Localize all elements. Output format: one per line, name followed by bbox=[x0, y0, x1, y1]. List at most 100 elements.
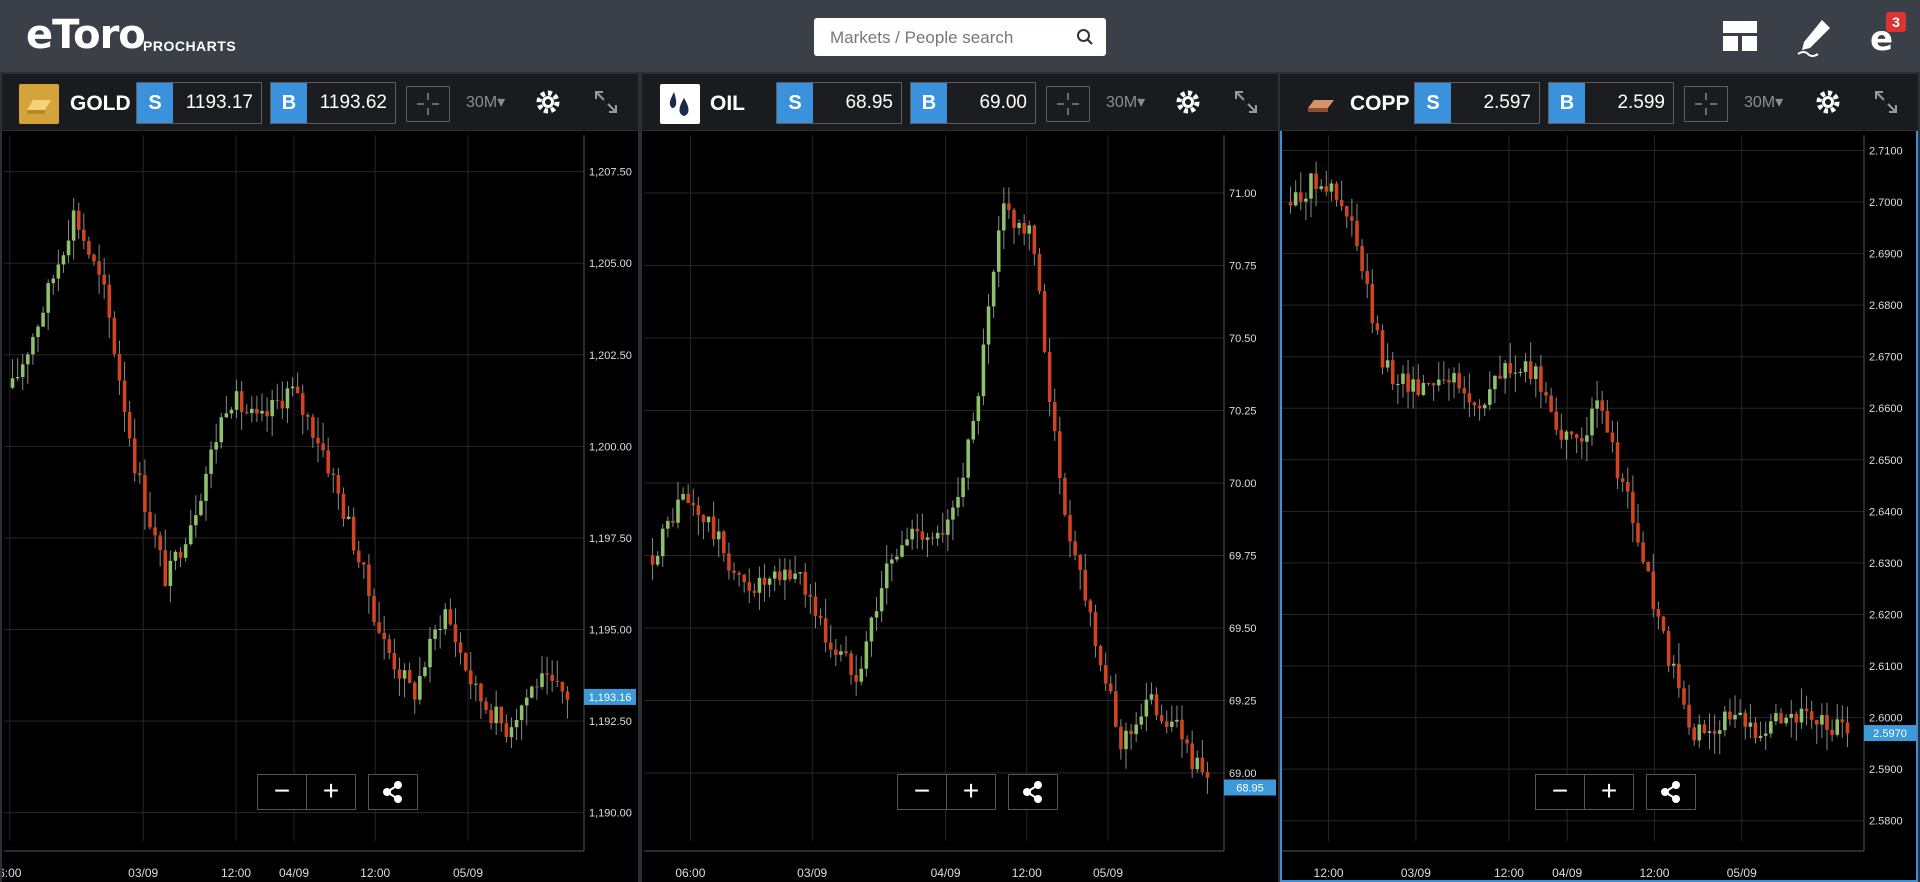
settings-gear-icon[interactable] bbox=[534, 88, 562, 121]
x-tick-label: 05/09 bbox=[1727, 866, 1757, 880]
search-input[interactable] bbox=[828, 18, 1072, 58]
asset-name[interactable]: GOLD bbox=[70, 92, 131, 116]
candle-body bbox=[864, 641, 869, 669]
candle-body bbox=[1007, 203, 1011, 210]
candle-body bbox=[762, 577, 767, 585]
candle-body bbox=[874, 611, 879, 618]
zoom-out-button[interactable]: − bbox=[897, 774, 947, 810]
candle-body bbox=[1447, 379, 1451, 383]
asset-name[interactable]: OIL bbox=[710, 92, 745, 116]
candle-body bbox=[1411, 379, 1415, 392]
timeframe-selector[interactable]: 30M▾ bbox=[466, 92, 505, 112]
candle-body bbox=[742, 574, 746, 583]
sell-button[interactable]: S 1193.17 bbox=[136, 82, 262, 124]
candle-body bbox=[163, 550, 168, 586]
zoom-out-button[interactable]: − bbox=[257, 774, 307, 810]
candle-body bbox=[1355, 220, 1359, 247]
candle-body bbox=[76, 210, 81, 230]
candle-body bbox=[1702, 724, 1707, 733]
candle-body bbox=[1482, 404, 1487, 409]
crosshair-button[interactable] bbox=[1684, 86, 1728, 122]
expand-icon[interactable] bbox=[592, 88, 620, 121]
settings-gear-icon[interactable] bbox=[1814, 88, 1842, 121]
buy-button[interactable]: B 2.599 bbox=[1548, 82, 1674, 124]
chart-panel-gold: GOLD S 1193.17 B 1193.62 30M▾ 1,207.50 1,… bbox=[2, 74, 638, 882]
candle-body bbox=[514, 719, 519, 728]
y-tick-label: 2.6200 bbox=[1869, 609, 1903, 621]
buy-button[interactable]: B 1193.62 bbox=[270, 82, 396, 124]
candle-body bbox=[961, 477, 965, 498]
candle-body bbox=[930, 537, 935, 539]
candle-body bbox=[260, 410, 264, 414]
candle-body bbox=[1549, 395, 1553, 412]
share-button[interactable] bbox=[368, 774, 418, 810]
candle-body bbox=[1820, 715, 1824, 725]
price-chart[interactable]: 71.00 70.75 70.50 70.25 70.00 69.75 69.50 69.25… bbox=[642, 131, 1278, 882]
candle-body bbox=[1723, 711, 1727, 731]
candle-body bbox=[1534, 366, 1538, 379]
search-icon[interactable] bbox=[1076, 28, 1094, 51]
candle-body bbox=[463, 652, 468, 671]
candle-body bbox=[1784, 717, 1788, 724]
sell-button[interactable]: S 2.597 bbox=[1414, 82, 1540, 124]
candle-body bbox=[433, 629, 437, 639]
share-button[interactable] bbox=[1646, 774, 1696, 810]
candle-body bbox=[701, 515, 706, 523]
candle-body bbox=[1042, 291, 1047, 352]
layout-icon[interactable] bbox=[1722, 20, 1758, 57]
expand-icon[interactable] bbox=[1872, 88, 1900, 121]
candle-body bbox=[660, 528, 665, 557]
candle-body bbox=[530, 686, 534, 698]
crosshair-button[interactable] bbox=[406, 86, 450, 122]
candle-body bbox=[1406, 373, 1410, 392]
candle-body bbox=[438, 629, 442, 631]
y-tick-label: 2.5800 bbox=[1869, 816, 1903, 828]
draw-pencil-icon[interactable] bbox=[1792, 14, 1836, 63]
search-box[interactable] bbox=[814, 18, 1106, 58]
price-chart[interactable]: 1,207.50 1,205.00 1,202.50 1,200.00 1,197.50… bbox=[2, 131, 638, 882]
candle-body bbox=[1697, 724, 1702, 741]
buy-button[interactable]: B 69.00 bbox=[910, 82, 1036, 124]
candle-body bbox=[316, 437, 320, 444]
etoro-logo[interactable]: eToro bbox=[26, 12, 146, 58]
expand-icon[interactable] bbox=[1232, 88, 1260, 121]
candle-body bbox=[10, 378, 15, 388]
timeframe-selector[interactable]: 30M▾ bbox=[1106, 92, 1145, 112]
candle-body bbox=[479, 683, 483, 702]
y-tick-label: 70.25 bbox=[1229, 406, 1257, 418]
candle-body bbox=[849, 653, 853, 675]
y-tick-label: 69.25 bbox=[1229, 696, 1257, 708]
zoom-in-button[interactable]: + bbox=[1584, 774, 1634, 810]
settings-gear-icon[interactable] bbox=[1174, 88, 1202, 121]
candle-body bbox=[1559, 429, 1564, 440]
zoom-in-button[interactable]: + bbox=[946, 774, 996, 810]
candle-body bbox=[1523, 361, 1528, 372]
candle-body bbox=[1488, 389, 1492, 405]
sell-price: 1193.17 bbox=[185, 92, 253, 113]
zoom-out-button[interactable]: − bbox=[1535, 774, 1585, 810]
candle-body bbox=[818, 615, 823, 619]
copper-bar-icon bbox=[1302, 84, 1342, 124]
candle-body bbox=[540, 673, 544, 687]
candle-body bbox=[1088, 600, 1093, 613]
candle-body bbox=[1636, 523, 1640, 543]
candle-body bbox=[489, 709, 493, 724]
crosshair-button[interactable] bbox=[1046, 86, 1090, 122]
candle-body bbox=[925, 537, 930, 540]
candle-body bbox=[1037, 253, 1042, 292]
share-button[interactable] bbox=[1008, 774, 1058, 810]
candle-body bbox=[1539, 366, 1543, 392]
timeframe-selector[interactable]: 30M▾ bbox=[1744, 92, 1783, 112]
asset-name[interactable]: COPPE bbox=[1350, 92, 1410, 116]
candle-body bbox=[224, 413, 229, 418]
sell-button[interactable]: S 68.95 bbox=[776, 82, 902, 124]
candle-body bbox=[681, 493, 685, 500]
price-chart[interactable]: 2.7100 2.7000 2.6900 2.6800 2.6700 2.6600 2.65… bbox=[1280, 131, 1918, 882]
panel-header: OIL S 68.95 B 69.00 30M▾ bbox=[642, 74, 1278, 131]
candle-body bbox=[1462, 388, 1467, 394]
x-tick-label: 12:00 bbox=[1314, 866, 1344, 880]
candle-body bbox=[752, 590, 757, 593]
candle-body bbox=[1671, 663, 1676, 666]
zoom-in-button[interactable]: + bbox=[306, 774, 356, 810]
y-tick-label: 1,205.00 bbox=[589, 258, 632, 270]
